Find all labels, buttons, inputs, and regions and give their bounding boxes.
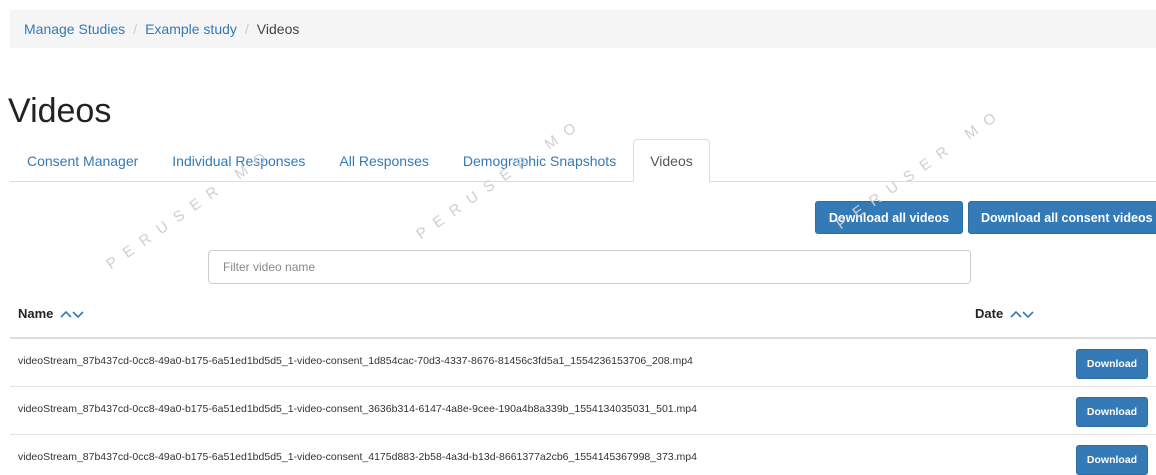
tab-all-responses[interactable]: All Responses bbox=[322, 139, 446, 181]
download-all-consent-videos-button[interactable]: Download all consent videos bbox=[968, 201, 1156, 234]
download-button[interactable]: Download bbox=[1076, 349, 1148, 379]
breadcrumb-separator: / bbox=[244, 21, 249, 37]
page-title: Videos bbox=[8, 92, 112, 130]
breadcrumb: Manage Studies / Example study / Videos bbox=[10, 10, 1156, 48]
download-button[interactable]: Download bbox=[1076, 445, 1148, 475]
filter-video-name-input[interactable] bbox=[208, 250, 971, 284]
tab-demographic-snapshots[interactable]: Demographic Snapshots bbox=[446, 139, 633, 181]
date-header-label: Date bbox=[975, 306, 1004, 321]
table-header: Name Date bbox=[18, 306, 1156, 330]
tab-individual-responses[interactable]: Individual Responses bbox=[155, 139, 322, 181]
video-filename: videoStream_87b437cd-0cc8-49a0-b175-6a51… bbox=[18, 451, 697, 463]
video-filename: videoStream_87b437cd-0cc8-49a0-b175-6a51… bbox=[18, 355, 693, 367]
breadcrumb-manage-studies[interactable]: Manage Studies bbox=[24, 21, 125, 37]
name-column-header: Name bbox=[18, 306, 85, 321]
breadcrumb-separator: / bbox=[133, 21, 138, 37]
sort-name-icon[interactable] bbox=[59, 308, 85, 320]
video-filename: videoStream_87b437cd-0cc8-49a0-b175-6a51… bbox=[18, 403, 697, 415]
sort-date-icon[interactable] bbox=[1009, 308, 1035, 320]
breadcrumb-example-study[interactable]: Example study bbox=[145, 21, 237, 37]
date-column-header: Date bbox=[975, 306, 1035, 321]
tab-consent-manager[interactable]: Consent Manager bbox=[10, 139, 155, 181]
table-row: videoStream_87b437cd-0cc8-49a0-b175-6a51… bbox=[10, 339, 1156, 387]
download-button[interactable]: Download bbox=[1076, 397, 1148, 427]
breadcrumb-current: Videos bbox=[256, 21, 300, 37]
name-header-label: Name bbox=[18, 306, 54, 321]
table-row: videoStream_87b437cd-0cc8-49a0-b175-6a51… bbox=[10, 387, 1156, 435]
tab-bar: Consent Manager Individual Responses All… bbox=[10, 139, 1156, 182]
download-all-videos-button[interactable]: Download all videos bbox=[815, 201, 963, 234]
table-row: videoStream_87b437cd-0cc8-49a0-b175-6a51… bbox=[10, 435, 1156, 475]
tab-videos[interactable]: Videos bbox=[633, 139, 710, 182]
